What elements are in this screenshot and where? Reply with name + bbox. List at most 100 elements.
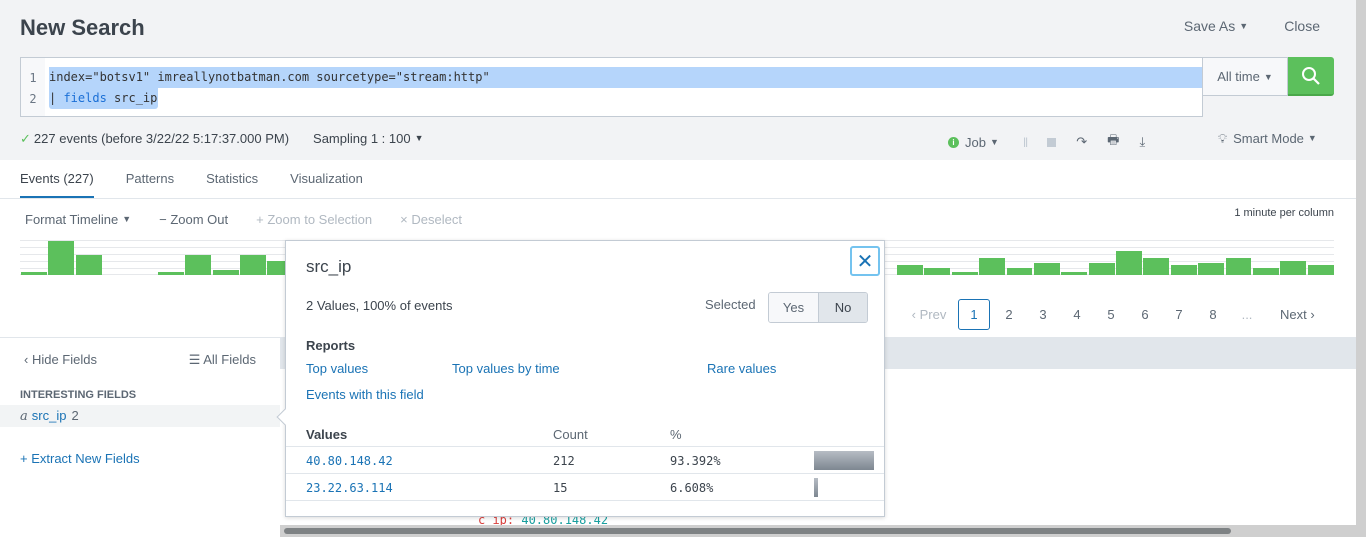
- timeline-bar[interactable]: [1198, 263, 1224, 275]
- timeline-bar[interactable]: [1280, 261, 1307, 275]
- field-count: 2: [71, 408, 79, 423]
- command-keyword: fields: [63, 91, 107, 105]
- prev-page-button[interactable]: ‹ Prev: [900, 307, 958, 322]
- extract-label: Extract New Fields: [31, 451, 140, 466]
- timeline-bar[interactable]: [1006, 268, 1033, 275]
- selected-yes-button[interactable]: Yes: [769, 293, 818, 322]
- search-editor[interactable]: 1 2 index="botsv1" imreallynotbatman.com…: [20, 57, 1203, 117]
- tab-statistics[interactable]: Statistics: [206, 171, 258, 199]
- plus-icon: +: [256, 212, 268, 227]
- caret-down-icon: ▼: [122, 214, 132, 224]
- page-3-button[interactable]: 3: [1026, 307, 1060, 322]
- close-button[interactable]: Close: [1284, 18, 1320, 34]
- result-tabs: Events (227) Patterns Statistics Visuali…: [20, 171, 363, 199]
- close-button[interactable]: ✕: [850, 246, 880, 276]
- value-count: 212: [553, 454, 575, 468]
- timeline-bar[interactable]: [1116, 251, 1142, 275]
- timeline-bar[interactable]: [979, 258, 1005, 275]
- timeline-bar[interactable]: [1252, 268, 1279, 275]
- page-1-button[interactable]: 1: [958, 299, 990, 330]
- events-with-field-link[interactable]: Events with this field: [306, 387, 424, 402]
- timeline-bar[interactable]: [924, 268, 951, 275]
- format-timeline-button[interactable]: Format Timeline ▼: [25, 212, 131, 227]
- search-button[interactable]: [1288, 57, 1334, 96]
- event-count-text: 227 events (before 3/22/22 5:17:37.000 P…: [33, 131, 290, 146]
- job-label: Job: [965, 134, 986, 150]
- timeline-bar[interactable]: [1061, 271, 1088, 275]
- deselect-label: Deselect: [411, 212, 462, 227]
- selected-no-button[interactable]: No: [818, 293, 867, 322]
- timeline-bar[interactable]: [1033, 263, 1060, 275]
- job-menu[interactable]: Job ▼: [965, 135, 999, 150]
- fields-sidebar: ‹ Hide Fields ☰ All Fields INTERESTING F…: [0, 337, 280, 537]
- value-row[interactable]: 23.22.63.114 15 6.608%: [286, 474, 884, 501]
- zoom-to-selection-button[interactable]: + Zoom to Selection: [256, 212, 372, 227]
- percent-bar: [814, 451, 874, 470]
- next-page-button[interactable]: Next ›: [1280, 307, 1315, 322]
- timeline-bar[interactable]: [240, 254, 266, 275]
- deselect-button[interactable]: × Deselect: [400, 212, 462, 227]
- value-percent: 93.392%: [670, 454, 721, 468]
- search-query[interactable]: index="botsv1" imreallynotbatman.com sou…: [45, 58, 1202, 116]
- value-row[interactable]: 40.80.148.42 212 93.392%: [286, 447, 884, 474]
- line-number: 1: [29, 71, 37, 85]
- info-icon: i: [948, 136, 959, 148]
- search-icon: [1302, 66, 1320, 85]
- top-values-link[interactable]: Top values: [306, 361, 368, 376]
- timeline-bar[interactable]: [1170, 264, 1197, 275]
- share-icon[interactable]: ↷: [1076, 134, 1087, 150]
- print-icon[interactable]: 🖶: [1107, 131, 1119, 153]
- value-link[interactable]: 40.80.148.42: [306, 454, 393, 468]
- top-values-by-time-link[interactable]: Top values by time: [452, 361, 560, 376]
- percent-bar: [814, 478, 819, 497]
- caret-down-icon: ▼: [414, 133, 424, 143]
- extract-new-fields-link[interactable]: + Extract New Fields: [20, 451, 140, 466]
- timeline-bar[interactable]: [212, 269, 239, 275]
- search-mode-dropdown[interactable]: 💡︎ Smart Mode ▼: [1218, 131, 1317, 147]
- timeline-bar[interactable]: [951, 271, 978, 275]
- values-table: Values Count % 40.80.148.42 212 93.392% …: [286, 425, 884, 501]
- export-icon[interactable]: ⤓: [1139, 134, 1145, 150]
- next-label: Next: [1280, 307, 1307, 322]
- string-type-icon: a: [20, 409, 28, 424]
- timeline-bar[interactable]: [1143, 258, 1170, 275]
- timeline-bar[interactable]: [75, 254, 102, 275]
- page-5-button[interactable]: 5: [1094, 307, 1128, 322]
- field-name: src_ip: [31, 408, 67, 423]
- zoom-out-button[interactable]: − Zoom Out: [159, 212, 228, 227]
- stop-icon[interactable]: [1047, 135, 1057, 150]
- time-range-picker[interactable]: All time ▼: [1203, 57, 1288, 96]
- field-item-src-ip[interactable]: a src_ip 2: [0, 405, 280, 427]
- field-summary-popover: src_ip ✕ 2 Values, 100% of events Select…: [276, 240, 885, 517]
- scrollbar-thumb[interactable]: [284, 528, 1231, 534]
- zoom-selection-label: Zoom to Selection: [267, 212, 373, 227]
- timeline-bar[interactable]: [21, 271, 47, 275]
- hide-fields-button[interactable]: ‹ Hide Fields: [24, 352, 97, 368]
- sampling-dropdown[interactable]: Sampling 1 : 100 ▼: [313, 131, 424, 147]
- caret-down-icon: ▼: [989, 136, 999, 147]
- timeline-bar[interactable]: [1225, 258, 1252, 275]
- value-link[interactable]: 23.22.63.114: [306, 481, 393, 495]
- timeline-bar[interactable]: [897, 264, 923, 275]
- pause-icon[interactable]: ‖: [1023, 135, 1028, 150]
- caret-down-icon: ▼: [1239, 21, 1249, 31]
- page-7-button[interactable]: 7: [1162, 307, 1196, 322]
- page-6-button[interactable]: 6: [1128, 307, 1162, 322]
- page-2-button[interactable]: 2: [992, 307, 1026, 322]
- timeline-bar[interactable]: [157, 271, 184, 275]
- tab-events[interactable]: Events (227): [20, 171, 94, 199]
- rare-values-link[interactable]: Rare values: [707, 361, 776, 376]
- tab-patterns[interactable]: Patterns: [126, 171, 174, 199]
- timeline-bar[interactable]: [48, 241, 75, 275]
- timeline-bar[interactable]: [1088, 263, 1115, 275]
- vertical-scrollbar[interactable]: [1356, 0, 1366, 537]
- tab-visualization[interactable]: Visualization: [290, 171, 363, 199]
- page-8-button[interactable]: 8: [1196, 307, 1230, 322]
- save-as-button[interactable]: Save As ▼: [1184, 18, 1248, 34]
- timeline-bar[interactable]: [185, 254, 212, 275]
- timeline-bar[interactable]: [1307, 264, 1334, 275]
- all-fields-button[interactable]: ☰ All Fields: [189, 352, 256, 368]
- page-4-button[interactable]: 4: [1060, 307, 1094, 322]
- horizontal-scrollbar[interactable]: [280, 525, 1356, 537]
- command-args: src_ip: [106, 91, 158, 105]
